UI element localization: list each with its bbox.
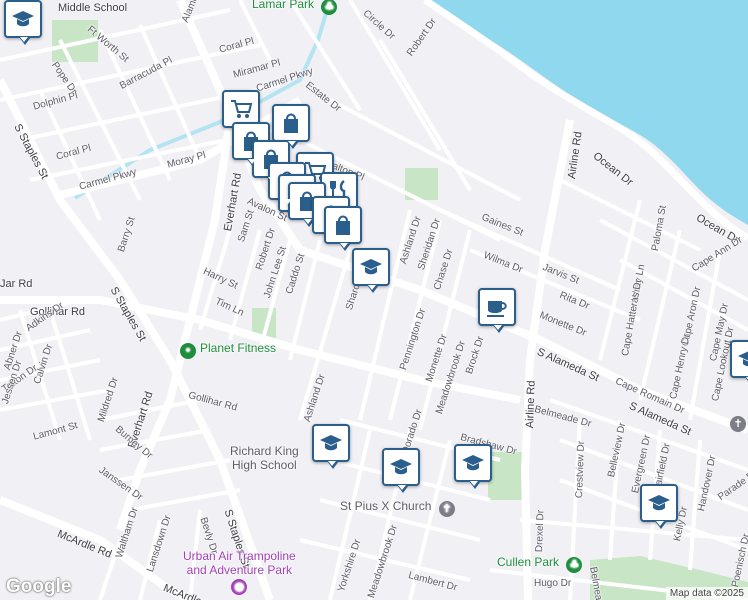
poi-richard-king-high-school[interactable]: Richard King High School [230, 444, 299, 472]
map-viewport[interactable]: Middle School Alameda St Circle Dr Rober… [0, 0, 748, 600]
shopping-marker[interactable] [272, 104, 310, 149]
school-marker[interactable] [382, 448, 420, 493]
poi-label: High School [231, 458, 297, 472]
poi-label: Urban Air Trampoline [183, 549, 296, 563]
street-label: Hugo Dr [534, 578, 572, 589]
school-marker[interactable] [352, 248, 390, 293]
poi-planet-fitness[interactable]: • Planet Fitness [180, 341, 277, 359]
map-attribution[interactable]: Map data ©2025 [665, 587, 748, 600]
poi-urban-air[interactable]: Urban Air Trampoline and Adventure Park … [183, 549, 296, 595]
poi-label: St Pius X Church [340, 499, 432, 513]
poi-label: Planet Fitness [200, 341, 277, 355]
street-label: Drexel Dr [534, 509, 547, 553]
school-marker[interactable] [640, 484, 678, 529]
street-label: Crestview Dr [574, 440, 587, 499]
school-marker[interactable] [454, 444, 492, 489]
school-marker[interactable] [4, 0, 42, 45]
graduation-cap-icon [360, 259, 382, 275]
cafe-marker[interactable] [478, 288, 516, 333]
coffee-cup-icon [487, 301, 507, 317]
school-marker[interactable] [312, 424, 350, 469]
poi-st-pius-church[interactable]: St Pius X Church ✝ [340, 499, 455, 517]
shopping-bag-icon [284, 113, 298, 133]
poi-cullen-park[interactable]: Cullen Park ♣ [497, 555, 583, 573]
poi-label: Richard King [230, 444, 299, 458]
graduation-cap-icon [320, 435, 342, 451]
graduation-cap-icon [738, 351, 748, 367]
graduation-cap-icon [12, 11, 34, 27]
poi-lamar-park[interactable]: Lamar Park ♣ [252, 0, 338, 15]
graduation-cap-icon [390, 459, 412, 475]
poi-label: Lamar Park [252, 0, 315, 11]
poi-label: and Adventure Park [186, 563, 293, 577]
graduation-cap-icon [648, 495, 670, 511]
street-label: Jar Rd [0, 278, 33, 290]
google-logo: Google [6, 576, 72, 597]
cross-icon: ✝ [730, 416, 746, 432]
dumbbell-icon: • [180, 343, 196, 359]
playground-icon: ● [231, 579, 248, 595]
shopping-cart-icon [231, 100, 253, 118]
poi-label: Cullen Park [497, 555, 560, 569]
cross-icon: ✝ [438, 501, 455, 517]
street-label: Middle School [58, 2, 128, 14]
graduation-cap-icon [462, 455, 484, 471]
school-marker[interactable] [730, 340, 748, 385]
